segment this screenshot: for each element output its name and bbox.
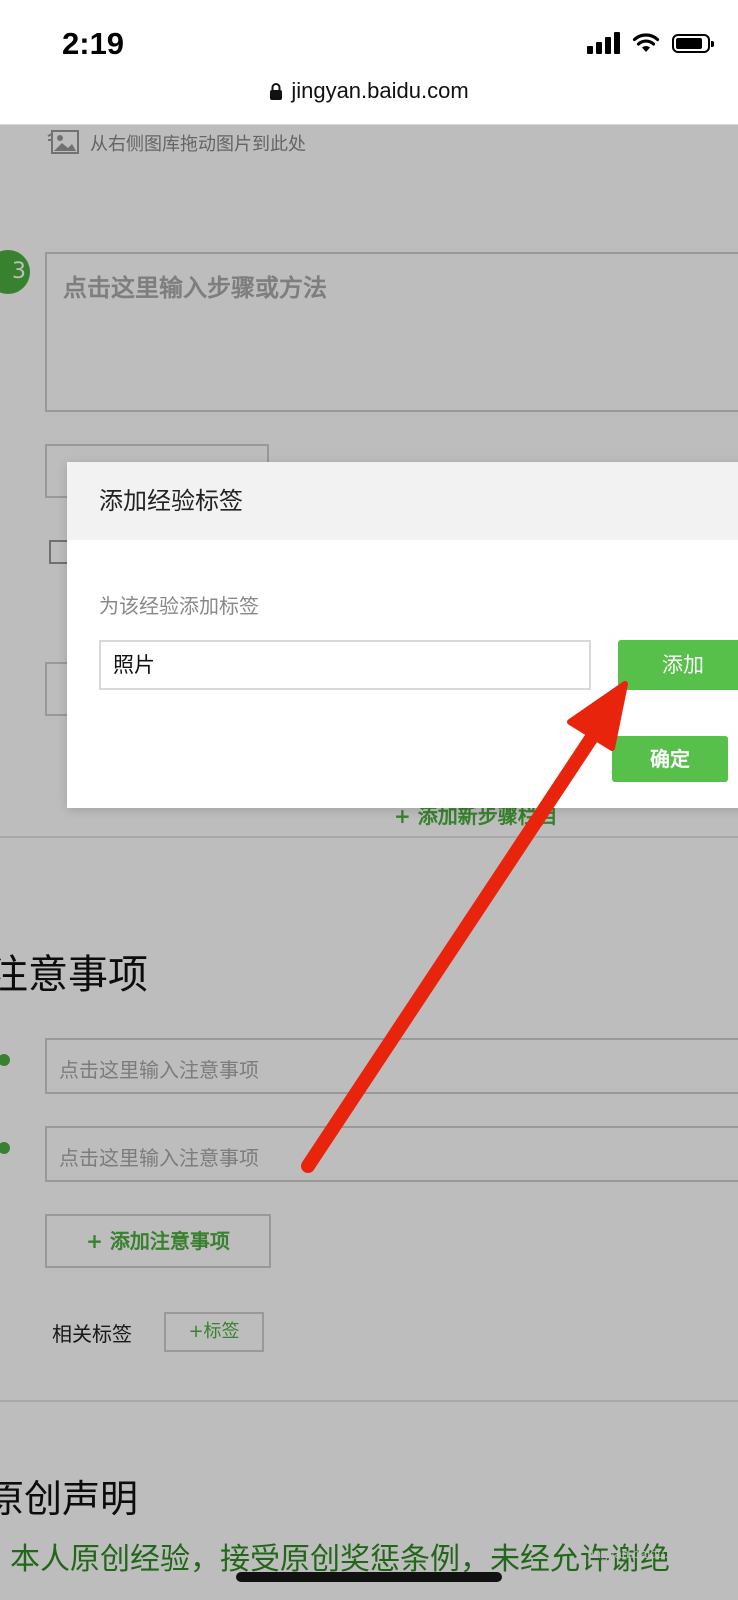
status-time: 2:19: [62, 26, 125, 61]
address-bar[interactable]: jingyan.baidu.com: [0, 78, 738, 104]
dialog-subtitle: 为该经验添加标签: [99, 594, 259, 618]
confirm-button[interactable]: 确定: [612, 736, 728, 782]
cellular-signal-icon: [587, 32, 620, 54]
tag-input[interactable]: 照片: [99, 640, 591, 690]
status-bar: 2:19 jingyan.baidu.com: [0, 0, 738, 125]
modal-backdrop[interactable]: [0, 124, 738, 1600]
lock-icon: [270, 83, 283, 100]
add-button[interactable]: 添加: [618, 640, 738, 690]
status-icons: [587, 32, 714, 54]
wifi-icon: [632, 33, 660, 52]
dialog-title: 添加经验标签: [67, 462, 738, 540]
home-indicator[interactable]: [236, 1572, 502, 1582]
url-text: jingyan.baidu.com: [291, 78, 469, 103]
battery-icon: [672, 33, 714, 53]
add-tag-dialog: 添加经验标签 为该经验添加标签 照片 添加 确定: [67, 462, 738, 808]
